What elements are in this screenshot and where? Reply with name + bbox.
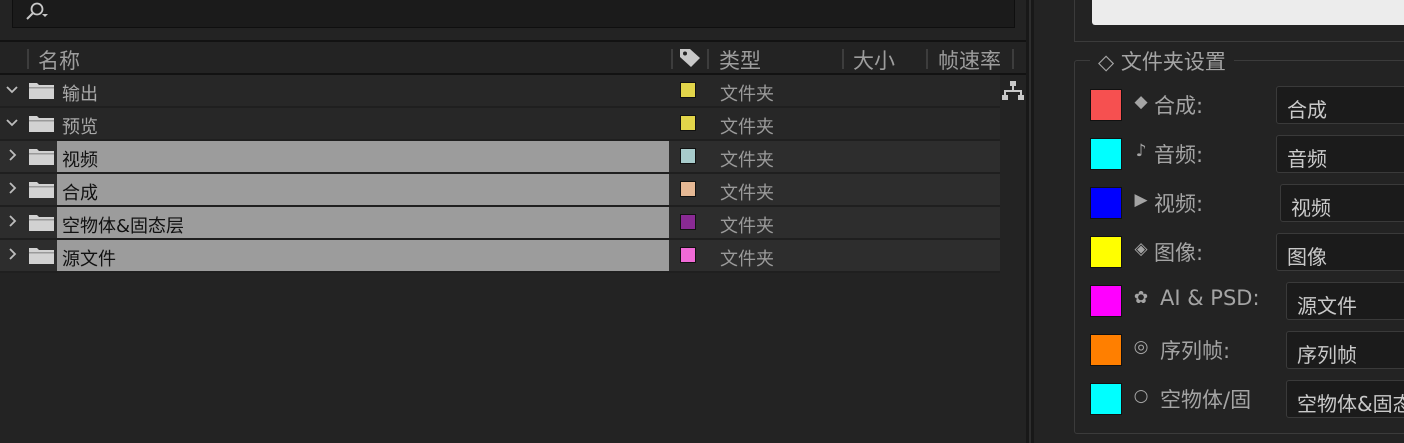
column-framerate-header[interactable]: 帧速率 <box>938 45 1001 75</box>
folder-setting-row: ♪ 音频: 音频 <box>1090 135 1404 173</box>
chevron-down-icon[interactable] <box>4 114 20 130</box>
column-separator[interactable] <box>926 49 928 69</box>
setting-label: 空物体/固 <box>1160 388 1252 412</box>
folder-setting-row: ▶ 视频: 视频 <box>1090 184 1404 222</box>
color-swatch[interactable] <box>1090 236 1122 268</box>
project-row[interactable]: 输出 文件夹 <box>0 75 1000 108</box>
type-symbol-icon: ▶ <box>1134 190 1148 210</box>
folder-setting-row: ◎ 序列帧: 序列帧 <box>1090 331 1404 369</box>
folder-name-input[interactable]: 源文件 <box>1286 282 1404 320</box>
label-color-swatch[interactable] <box>680 214 696 230</box>
item-name[interactable]: 合成 <box>62 179 98 205</box>
item-name[interactable]: 源文件 <box>62 245 116 271</box>
name-cell[interactable] <box>57 108 669 139</box>
folder-icon <box>29 116 54 132</box>
item-name[interactable]: 空物体&固态层 <box>62 212 184 238</box>
column-header: 名称 类型 大小 帧速率 <box>0 42 1026 75</box>
color-swatch[interactable] <box>1090 138 1122 170</box>
folder-icon <box>29 248 54 264</box>
label-color-swatch[interactable] <box>680 148 696 164</box>
chevron-right-icon[interactable] <box>4 213 20 229</box>
name-cell[interactable] <box>57 75 669 106</box>
folder-icon <box>29 83 54 99</box>
folder-icon <box>29 149 54 165</box>
flowchart-icon[interactable] <box>1001 79 1025 103</box>
project-panel: 名称 类型 大小 帧速率 输出 文件夹 预览 文件夹 视频 文件夹 合成 文件夹 空物体&固态层… <box>0 0 1026 443</box>
setting-label: 合成: <box>1154 94 1204 118</box>
type-symbol-icon: ♪ <box>1135 141 1147 161</box>
type-symbol-icon: ✿ <box>1133 288 1149 308</box>
color-swatch[interactable] <box>1090 285 1122 317</box>
project-row[interactable]: 源文件 文件夹 <box>0 240 1000 273</box>
color-swatch[interactable] <box>1090 334 1122 366</box>
item-type: 文件夹 <box>720 84 774 105</box>
folder-icon <box>29 215 54 231</box>
item-type: 文件夹 <box>720 117 774 138</box>
type-symbol-icon: ◈ <box>1134 239 1148 259</box>
column-separator[interactable] <box>842 49 844 69</box>
type-symbol-icon: ◎ <box>1133 337 1149 357</box>
item-name[interactable]: 视频 <box>62 146 98 172</box>
folder-name-input[interactable]: 音频 <box>1276 135 1404 173</box>
folder-settings-title[interactable]: ◇ 文件夹设置 <box>1090 46 1234 76</box>
color-swatch[interactable] <box>1090 187 1122 219</box>
item-type: 文件夹 <box>720 249 774 270</box>
folder-name-input[interactable]: 序列帧 <box>1286 331 1404 369</box>
project-item-list: 输出 文件夹 预览 文件夹 视频 文件夹 合成 文件夹 空物体&固态层 文件夹 源文件 文件夹 <box>0 75 1000 273</box>
setting-label: 图像: <box>1154 241 1204 265</box>
color-swatch[interactable] <box>1090 89 1122 121</box>
chevron-right-icon[interactable] <box>4 246 20 262</box>
column-separator[interactable] <box>671 49 673 69</box>
name-cell[interactable] <box>57 141 669 172</box>
search-icon[interactable] <box>23 1 49 23</box>
label-tag-icon[interactable] <box>679 48 701 68</box>
column-name-header[interactable]: 名称 <box>38 45 80 75</box>
folder-setting-row: ◈ 图像: 图像 <box>1090 233 1404 271</box>
column-separator[interactable] <box>27 49 29 69</box>
label-color-swatch[interactable] <box>680 82 696 98</box>
label-color-swatch[interactable] <box>680 247 696 263</box>
search-bar[interactable] <box>12 0 1015 28</box>
project-row[interactable]: 空物体&固态层 文件夹 <box>0 207 1000 240</box>
label-color-swatch[interactable] <box>680 115 696 131</box>
column-separator[interactable] <box>707 49 709 69</box>
folder-name-input[interactable]: 合成 <box>1276 86 1404 124</box>
folder-name-input[interactable]: 视频 <box>1280 184 1404 222</box>
folder-setting-row: ✿ AI & PSD: 源文件 <box>1090 282 1404 320</box>
setting-label: 序列帧: <box>1160 339 1231 363</box>
settings-panel: ◇ 文件夹设置 ◆ 合成: 合成 ♪ 音频: 音频 ▶ 视频: 视频 ◈ 图像: 图像 ✿ AI & PS… <box>1034 0 1404 443</box>
item-type: 文件夹 <box>720 150 774 171</box>
project-row[interactable]: 预览 文件夹 <box>0 108 1000 141</box>
name-cell[interactable] <box>57 174 669 205</box>
project-row[interactable]: 视频 文件夹 <box>0 141 1000 174</box>
chevron-right-icon[interactable] <box>4 180 20 196</box>
column-type-header[interactable]: 类型 <box>719 45 761 75</box>
chevron-right-icon[interactable] <box>4 147 20 163</box>
setting-label: 视频: <box>1154 192 1204 216</box>
folder-setting-row: ○ 空物体/固 空物体&固态层 <box>1090 380 1404 418</box>
project-row[interactable]: 合成 文件夹 <box>0 174 1000 207</box>
folder-name-input[interactable]: 图像 <box>1276 233 1404 271</box>
label-color-swatch[interactable] <box>680 181 696 197</box>
type-symbol-icon: ◆ <box>1134 92 1148 112</box>
text-field[interactable] <box>1092 0 1404 25</box>
folder-name-input[interactable]: 空物体&固态层 <box>1286 380 1404 418</box>
item-type: 文件夹 <box>720 216 774 237</box>
color-swatch[interactable] <box>1090 383 1122 415</box>
chevron-down-icon[interactable] <box>4 81 20 97</box>
folder-setting-row: ◆ 合成: 合成 <box>1090 86 1404 124</box>
item-name[interactable]: 输出 <box>62 80 98 106</box>
column-separator[interactable] <box>1012 49 1014 69</box>
column-size-header[interactable]: 大小 <box>853 45 895 75</box>
item-name[interactable]: 预览 <box>62 113 98 139</box>
panel-divider[interactable] <box>1026 0 1034 443</box>
setting-label: 音频: <box>1154 143 1204 167</box>
type-symbol-icon: ○ <box>1133 386 1149 406</box>
folder-icon <box>29 182 54 198</box>
setting-label: AI & PSD: <box>1160 286 1260 310</box>
name-cell[interactable] <box>57 240 669 271</box>
item-type: 文件夹 <box>720 183 774 204</box>
